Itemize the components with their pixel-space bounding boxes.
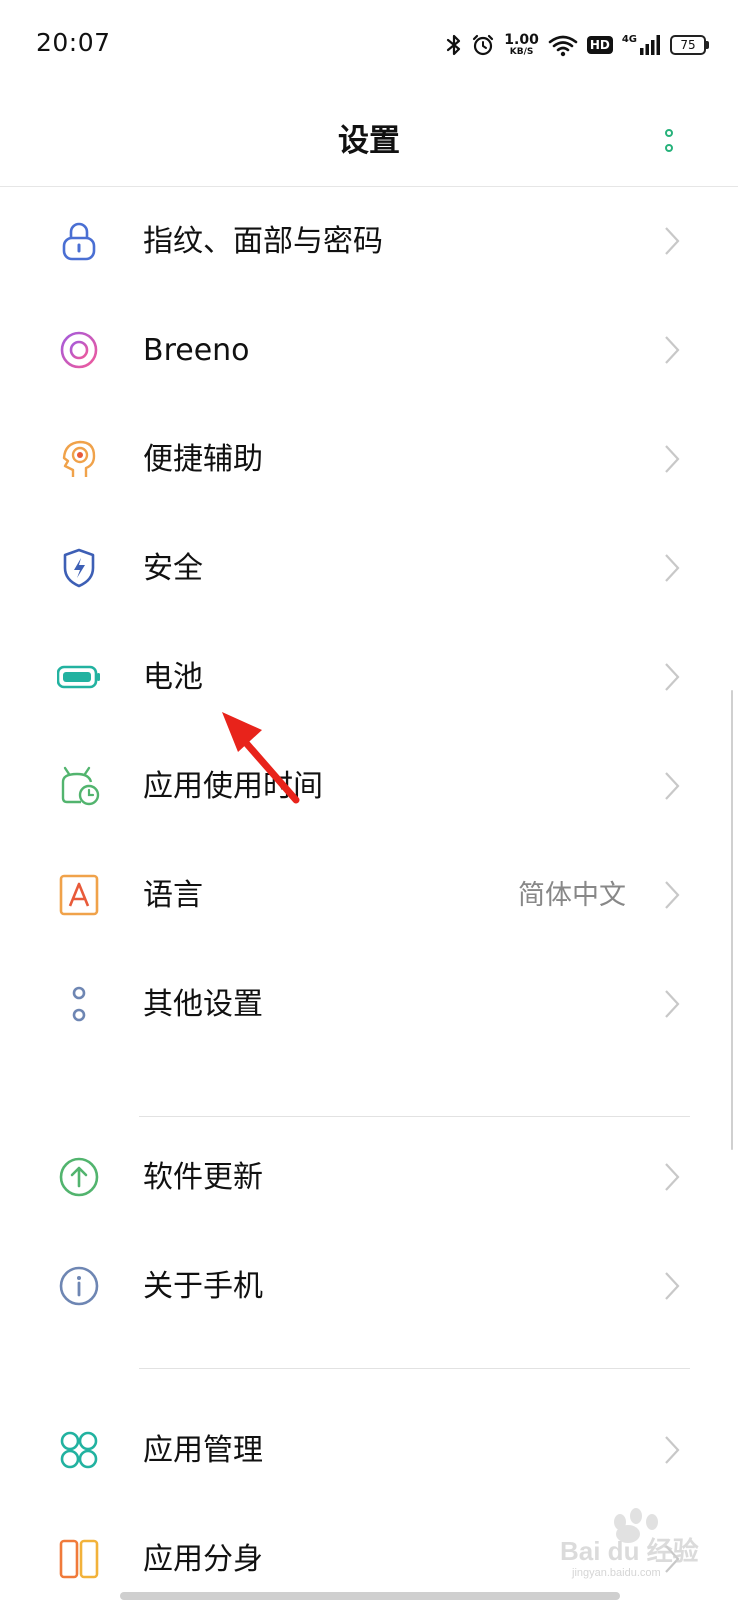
settings-item-breeno[interactable]: Breeno [0, 296, 738, 406]
hd-badge: HD [586, 36, 613, 54]
signal-icon: 4G [622, 34, 661, 56]
settings-item-label: 软件更新 [143, 1160, 263, 1195]
settings-item-fingerprint-face-password[interactable]: 指纹、面部与密码 [0, 187, 738, 297]
chevron-right-icon [662, 879, 682, 911]
status-time: 20:07 [36, 28, 111, 57]
svg-text:Bai du 经验: Bai du 经验 [560, 1536, 699, 1566]
app-grid-icon [57, 1428, 101, 1472]
chevron-right-icon [662, 443, 682, 475]
settings-item-label: 指纹、面部与密码 [143, 224, 383, 259]
network-speed: 1.00 KB/S [504, 32, 539, 57]
settings-item-other-settings[interactable]: 其他设置 [0, 950, 738, 1060]
lock-icon [57, 219, 101, 263]
settings-item-label: 语言 [143, 878, 203, 913]
alarm-icon [471, 33, 495, 57]
update-icon [57, 1155, 101, 1199]
chevron-right-icon [662, 770, 682, 802]
baidu-watermark-logo: Bai du 经验 jingyan.baidu.com [560, 1508, 699, 1579]
chevron-right-icon [662, 1270, 682, 1302]
settings-item-label: 其他设置 [143, 987, 263, 1022]
chevron-right-icon [662, 1434, 682, 1466]
battery-icon [56, 655, 101, 699]
bluetooth-icon [446, 33, 462, 57]
settings-item-label: 安全 [143, 551, 203, 586]
status-bar: 20:07 1.00 KB/S HD 4G 75 [0, 0, 738, 90]
settings-item-software-update[interactable]: 软件更新 [0, 1123, 738, 1233]
current-language-value: 简体中文 [518, 880, 626, 911]
settings-item-battery[interactable]: 电池 [0, 623, 738, 733]
status-icons: 1.00 KB/S HD 4G 75 [446, 28, 709, 62]
shield-bolt-icon [57, 546, 101, 590]
settings-item-label: Breeno [143, 333, 250, 368]
settings-item-label: 应用管理 [143, 1433, 263, 1468]
battery-indicator: 75 [670, 35, 709, 55]
info-icon [57, 1264, 101, 1308]
more-options-button[interactable] [657, 120, 681, 160]
svg-text:jingyan.baidu.com: jingyan.baidu.com [571, 1567, 661, 1579]
home-indicator[interactable] [120, 1592, 620, 1600]
settings-item-language[interactable]: 语言 简体中文 [0, 841, 738, 951]
wifi-icon [548, 33, 578, 57]
other-settings-icon [57, 982, 101, 1026]
chevron-right-icon [662, 988, 682, 1020]
settings-item-label: 电池 [143, 660, 203, 695]
assist-head-icon [57, 437, 101, 481]
chevron-right-icon [662, 552, 682, 584]
section-divider [139, 1116, 690, 1117]
app-header: 设置 [0, 90, 738, 187]
settings-item-app-usage-time[interactable]: 应用使用时间 [0, 732, 738, 842]
chevron-right-icon [662, 661, 682, 693]
chevron-right-icon [662, 225, 682, 257]
settings-item-label: 便捷辅助 [143, 442, 263, 477]
settings-item-about-phone[interactable]: 关于手机 [0, 1232, 738, 1342]
breeno-icon [57, 328, 101, 372]
settings-item-security[interactable]: 安全 [0, 514, 738, 624]
settings-item-label: 关于手机 [143, 1269, 263, 1304]
settings-item-convenience-assist[interactable]: 便捷辅助 [0, 405, 738, 515]
page-title: 设置 [338, 123, 400, 159]
chevron-right-icon [662, 1161, 682, 1193]
app-time-icon [57, 764, 101, 808]
settings-item-label: 应用使用时间 [143, 769, 323, 804]
section-divider [139, 1368, 690, 1369]
scrollbar[interactable] [731, 690, 733, 1150]
language-icon [57, 873, 101, 917]
chevron-right-icon [662, 334, 682, 366]
more-vertical-icon [665, 128, 673, 137]
app-clone-icon [57, 1537, 101, 1581]
settings-item-app-management[interactable]: 应用管理 [0, 1396, 738, 1506]
